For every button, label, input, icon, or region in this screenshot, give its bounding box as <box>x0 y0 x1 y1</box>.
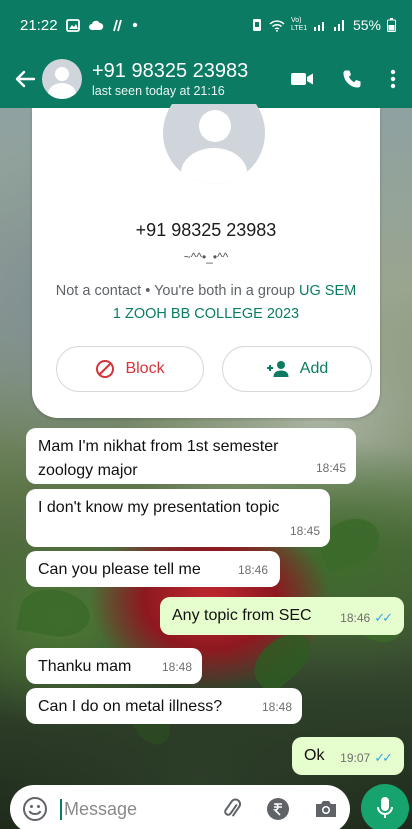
card-about: ~^^•_•^^ <box>183 250 229 264</box>
nfc-icon <box>112 19 122 31</box>
chat-header: +91 98325 23983 last seen today at 21:16 <box>0 50 412 108</box>
card-phone-number: +91 98325 23983 <box>135 220 277 240</box>
add-label: Add <box>299 360 329 377</box>
message-text: Can you please tell me <box>38 561 201 578</box>
message-time: 18:46 <box>237 563 268 577</box>
read-ticks-icon: ✓✓ <box>374 750 393 765</box>
message-text: Can I do on metal illness? <box>38 698 223 715</box>
status-time: 21:22 <box>20 16 58 34</box>
signal-icon <box>313 22 324 31</box>
message-input[interactable] <box>60 798 200 820</box>
gallery-icon <box>65 18 80 32</box>
read-ticks-icon: ✓✓ <box>374 610 393 625</box>
add-person-icon <box>266 361 289 377</box>
card-avatar <box>163 104 265 184</box>
mic-icon <box>377 797 393 818</box>
attach-icon[interactable] <box>222 797 242 821</box>
message-bubble-incoming[interactable]: I don't know my presentation topic 18:45 <box>26 489 330 547</box>
emoji-icon[interactable] <box>22 796 48 822</box>
message-time: 18:46 <box>340 611 371 625</box>
contact-name: +91 98325 23983 <box>92 60 249 82</box>
block-icon <box>96 360 115 378</box>
message-bubble-outgoing[interactable]: Ok 19:07 ✓✓ <box>292 737 404 775</box>
back-arrow-icon <box>15 70 36 88</box>
battery-percent: 55% <box>352 17 381 33</box>
message-time: 19:07 <box>340 751 371 765</box>
signal-icon <box>333 20 344 31</box>
vibrate-icon <box>252 19 261 31</box>
cloud-icon <box>88 20 103 30</box>
voice-call-icon[interactable] <box>342 69 362 89</box>
wifi-icon <box>269 19 285 32</box>
message-time: 18:48 <box>161 660 192 674</box>
message-text: Ok <box>304 747 325 764</box>
message-bubble-incoming[interactable]: Can I do on metal illness? 18:48 <box>26 688 302 724</box>
contact-info[interactable]: +91 98325 23983 last seen today at 21:16 <box>92 59 248 99</box>
group-prefix: Not a contact • You're both in a group <box>55 283 300 299</box>
message-text: Any topic from SEC <box>172 607 312 624</box>
message-composer <box>10 785 350 829</box>
message-bubble-outgoing[interactable]: Any topic from SEC 18:46 ✓✓ <box>160 597 404 635</box>
block-label: Block <box>125 360 165 377</box>
message-bubble-incoming[interactable]: Mam I'm nikhat from 1st semester zoology… <box>26 428 356 484</box>
more-options-icon[interactable] <box>390 69 396 89</box>
message-time: 18:48 <box>261 700 292 714</box>
contact-card: +91 98325 23983 ~^^•_•^^ Not a contact •… <box>32 104 380 418</box>
message-bubble-incoming[interactable]: Thanku mam 18:48 <box>26 648 202 684</box>
block-button[interactable]: Block <box>56 346 204 392</box>
video-call-icon[interactable] <box>290 71 314 87</box>
voice-record-button[interactable] <box>361 784 409 829</box>
add-contact-button[interactable]: Add <box>222 346 372 392</box>
message-time: 18:45 <box>315 461 346 475</box>
message-text: I don't know my presentation topic <box>38 499 280 516</box>
camera-icon[interactable] <box>314 799 338 819</box>
card-group-info: Not a contact • You're both in a group U… <box>52 280 360 326</box>
message-text: Mam I'm nikhat from 1st semester zoology… <box>38 438 279 479</box>
dot-icon <box>132 22 137 28</box>
message-text: Thanku mam <box>38 658 132 675</box>
last-seen: last seen today at 21:16 <box>92 84 225 98</box>
back-button[interactable] <box>10 64 40 94</box>
rupee-payment-icon[interactable] <box>266 797 290 821</box>
contact-avatar[interactable] <box>42 59 82 99</box>
network-label: Vo) LTE1 <box>290 17 308 32</box>
battery-icon <box>387 18 396 32</box>
message-time: 18:45 <box>289 524 320 538</box>
status-bar: 21:22 Vo) LTE1 55% <box>0 0 412 50</box>
message-bubble-incoming[interactable]: Can you please tell me 18:46 <box>26 551 280 587</box>
